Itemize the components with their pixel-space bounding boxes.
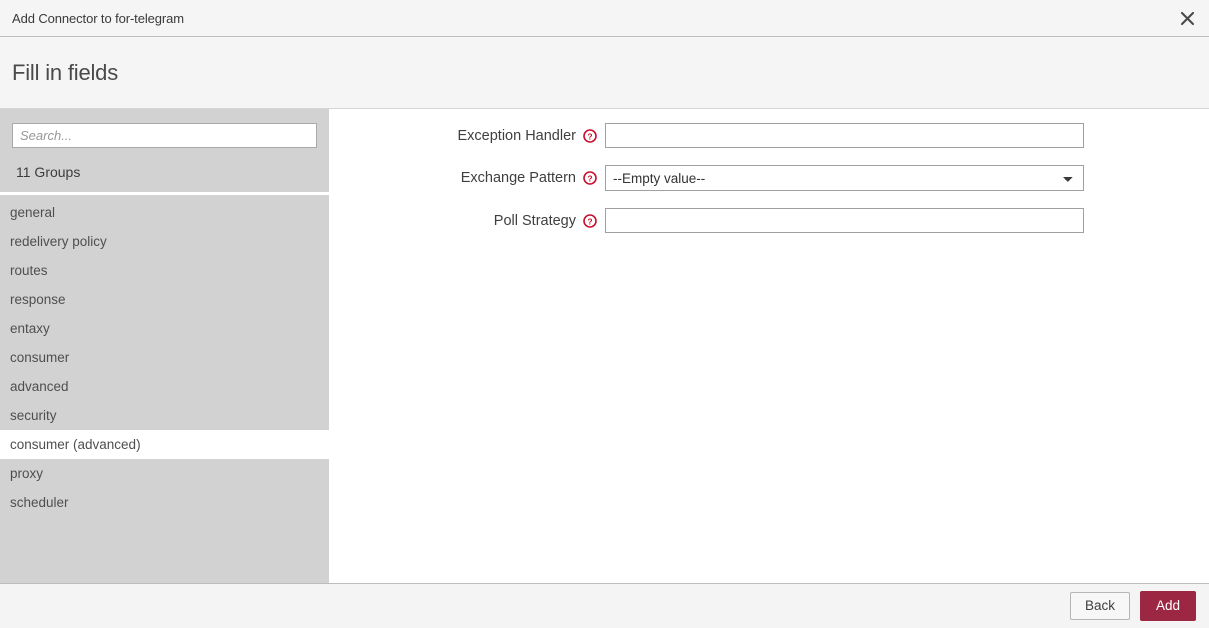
dialog-title: Add Connector to for-telegram <box>12 11 184 26</box>
exchange-pattern-label-text: Exchange Pattern <box>461 170 576 186</box>
sidebar-item-entaxy[interactable]: entaxy <box>0 314 329 343</box>
poll-strategy-label-text: Poll Strategy <box>494 213 576 229</box>
sidebar-item-consumer[interactable]: consumer <box>0 343 329 372</box>
sidebar-item-proxy[interactable]: proxy <box>0 459 329 488</box>
poll-strategy-field-wrap <box>605 208 1084 233</box>
sidebar-item-scheduler[interactable]: scheduler <box>0 488 329 517</box>
dialog-body: 11 Groups general redelivery policy rout… <box>0 109 1209 583</box>
sidebar-item-response[interactable]: response <box>0 285 329 314</box>
groups-sidebar: 11 Groups general redelivery policy rout… <box>0 109 329 583</box>
page-title: Fill in fields <box>12 60 118 86</box>
sidebar-item-routes[interactable]: routes <box>0 256 329 285</box>
help-icon[interactable]: ? <box>583 214 597 228</box>
dialog-footer: Back Add <box>0 583 1209 628</box>
sidebar-item-consumer-advanced[interactable]: consumer (advanced) <box>0 430 329 459</box>
step-header: Fill in fields <box>0 37 1209 109</box>
sidebar-item-security[interactable]: security <box>0 401 329 430</box>
exception-handler-field-wrap <box>605 123 1084 148</box>
search-container <box>0 123 329 148</box>
sidebar-header: 11 Groups <box>0 109 329 192</box>
exception-handler-label: Exception Handler ? <box>329 128 605 144</box>
poll-strategy-label: Poll Strategy ? <box>329 213 605 229</box>
add-connector-dialog: Add Connector to for-telegram Fill in fi… <box>0 0 1209 628</box>
help-icon[interactable]: ? <box>583 129 597 143</box>
back-button[interactable]: Back <box>1070 592 1130 620</box>
add-button[interactable]: Add <box>1140 591 1196 621</box>
svg-text:?: ? <box>587 131 592 141</box>
exception-handler-input[interactable] <box>605 123 1084 148</box>
exchange-pattern-select[interactable]: --Empty value-- <box>605 165 1084 191</box>
field-row-exchange-pattern: Exchange Pattern ? --Empty value-- <box>329 165 1209 191</box>
exchange-pattern-label: Exchange Pattern ? <box>329 170 605 186</box>
groups-count-label: 11 Groups <box>0 148 329 192</box>
poll-strategy-input[interactable] <box>605 208 1084 233</box>
close-icon[interactable] <box>1165 0 1209 36</box>
search-input[interactable] <box>12 123 317 148</box>
group-list: general redelivery policy routes respons… <box>0 195 329 583</box>
exception-handler-label-text: Exception Handler <box>458 128 577 144</box>
sidebar-item-advanced[interactable]: advanced <box>0 372 329 401</box>
svg-text:?: ? <box>587 216 592 226</box>
sidebar-item-redelivery-policy[interactable]: redelivery policy <box>0 227 329 256</box>
field-row-exception-handler: Exception Handler ? <box>329 123 1209 148</box>
exchange-pattern-field-wrap: --Empty value-- <box>605 165 1084 191</box>
fields-form: Exception Handler ? Exchange Pattern <box>329 109 1209 583</box>
sidebar-item-general[interactable]: general <box>0 198 329 227</box>
svg-text:?: ? <box>587 173 592 183</box>
field-row-poll-strategy: Poll Strategy ? <box>329 208 1209 233</box>
help-icon[interactable]: ? <box>583 171 597 185</box>
dialog-titlebar: Add Connector to for-telegram <box>0 0 1209 37</box>
